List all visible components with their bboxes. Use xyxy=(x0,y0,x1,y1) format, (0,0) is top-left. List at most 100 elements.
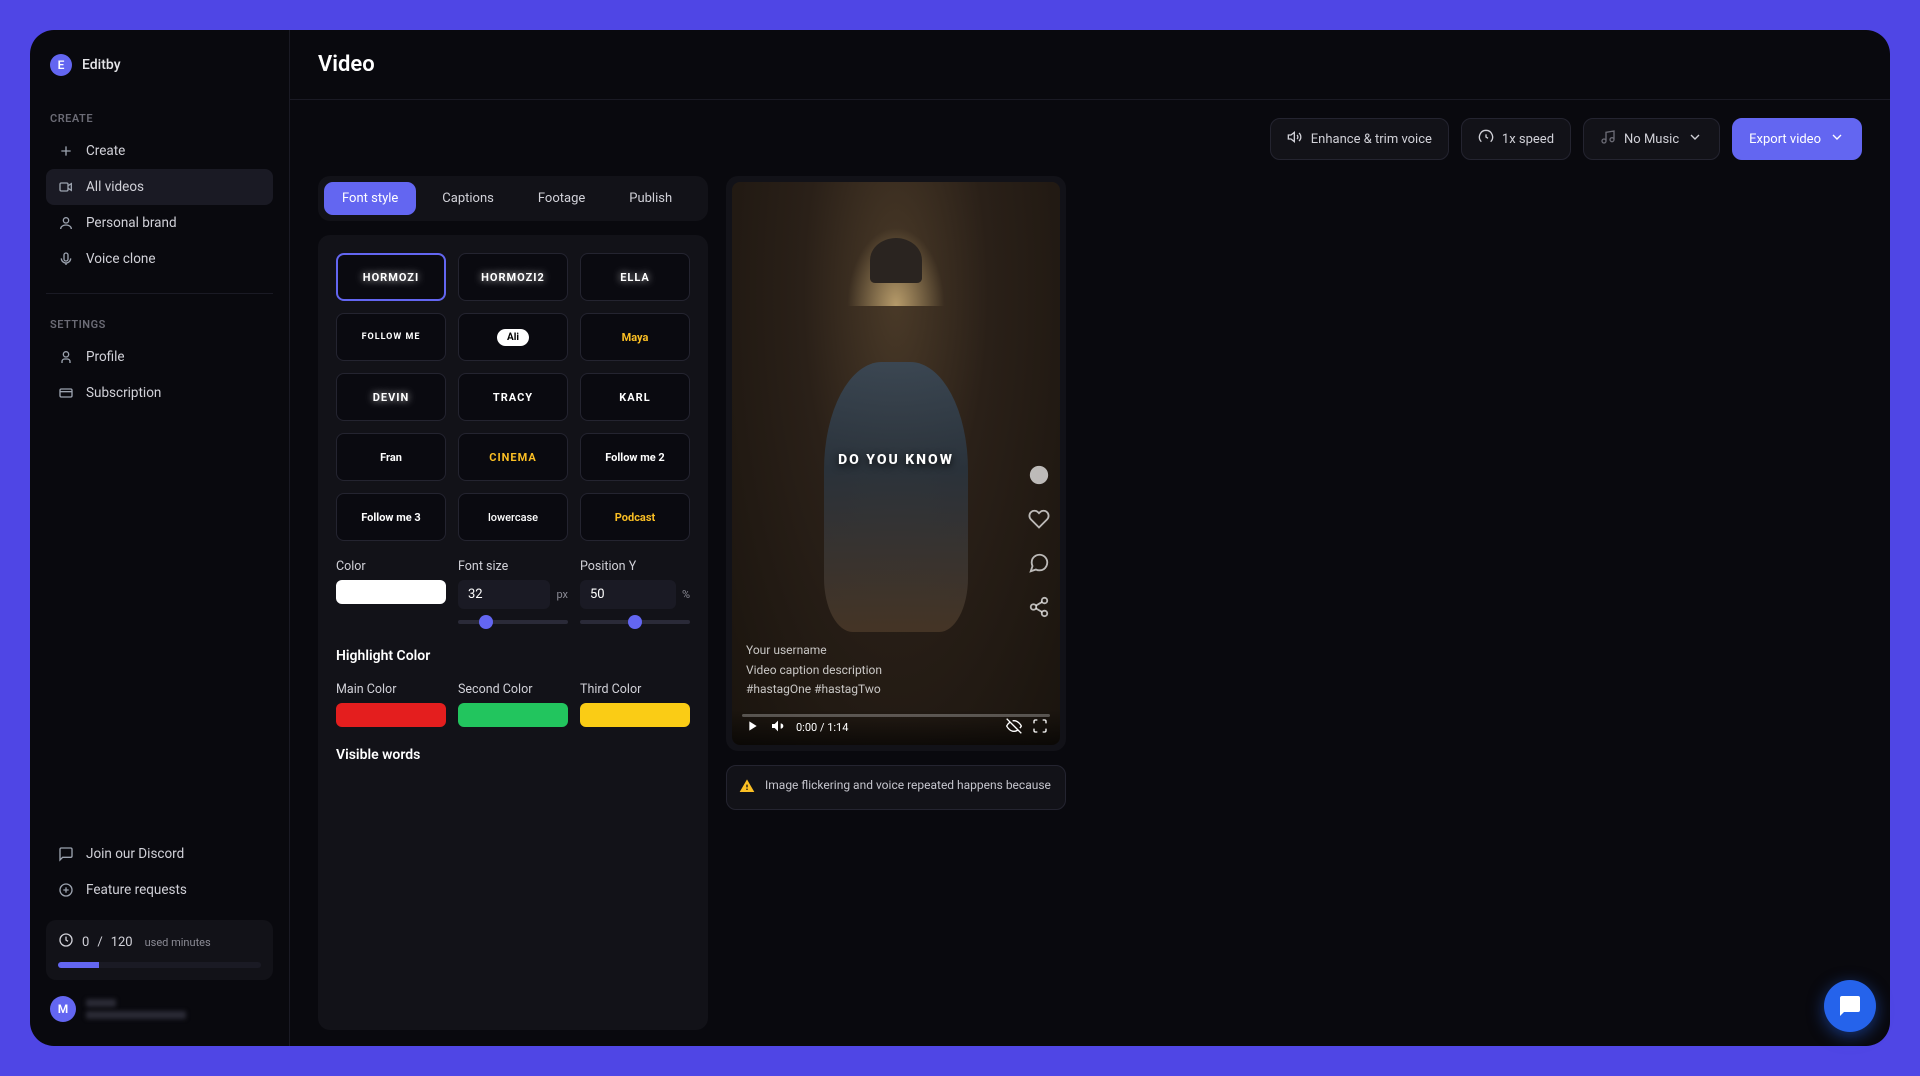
video-frame[interactable]: DO YOU KNOW Your username Video caption … xyxy=(732,182,1060,745)
panel-tabs: Font style Captions Footage Publish xyxy=(318,176,708,221)
music-icon xyxy=(1600,129,1616,149)
sidebar-item-profile[interactable]: Profile xyxy=(46,339,273,375)
sidebar-item-create[interactable]: Create xyxy=(46,133,273,169)
main: Video Enhance & trim voice 1x speed No M… xyxy=(290,30,1890,1046)
profile-circle-icon[interactable] xyxy=(1028,464,1050,490)
style-option-cinema[interactable]: CINEMA xyxy=(458,433,568,481)
sidebar-item-label: Subscription xyxy=(86,385,161,401)
usage-progress xyxy=(58,962,261,968)
color-label: Color xyxy=(336,559,446,574)
divider xyxy=(46,293,273,294)
app-logo[interactable]: E Editby xyxy=(46,54,273,76)
second-color-picker[interactable] xyxy=(458,703,568,727)
posy-slider[interactable] xyxy=(580,620,690,624)
comment-icon[interactable] xyxy=(1028,552,1050,578)
heart-icon[interactable] xyxy=(1028,508,1050,534)
sidebar-item-subscription[interactable]: Subscription xyxy=(46,375,273,411)
style-label: CINEMA xyxy=(489,451,536,464)
clock-icon xyxy=(58,932,74,952)
speaker-icon xyxy=(1287,129,1303,149)
speed-button[interactable]: 1x speed xyxy=(1461,118,1571,160)
style-option-fran[interactable]: Fran xyxy=(336,433,446,481)
style-label: lowercase xyxy=(488,511,538,524)
chevron-down-icon xyxy=(1829,129,1845,149)
export-button[interactable]: Export video xyxy=(1732,118,1862,160)
style-option-hormozi[interactable]: HORMOZI xyxy=(336,253,446,301)
button-label: 1x speed xyxy=(1502,132,1554,147)
button-label: Enhance & trim voice xyxy=(1311,132,1432,147)
fontsize-input[interactable] xyxy=(458,580,550,609)
style-label: Follow me 2 xyxy=(605,451,665,464)
eye-off-icon[interactable] xyxy=(1006,718,1022,737)
posy-label: Position Y xyxy=(580,559,690,574)
profile-icon xyxy=(58,349,74,365)
style-option-follow-me-2[interactable]: Follow me 2 xyxy=(580,433,690,481)
style-option-maya[interactable]: Maya xyxy=(580,313,690,361)
second-color-label: Second Color xyxy=(458,682,568,697)
style-option-ella[interactable]: ELLA xyxy=(580,253,690,301)
style-option-follow-me[interactable]: FOLLOW ME xyxy=(336,313,446,361)
style-option-devin[interactable]: DEVIN xyxy=(336,373,446,421)
style-option-lowercase[interactable]: lowercase xyxy=(458,493,568,541)
usage-used: 0 xyxy=(82,935,89,950)
volume-icon[interactable] xyxy=(770,718,786,737)
sidebar-item-discord[interactable]: Join our Discord xyxy=(46,836,273,872)
style-option-hormozi2[interactable]: HORMOZI2 xyxy=(458,253,568,301)
fontsize-slider[interactable] xyxy=(458,620,568,624)
style-option-follow-me-3[interactable]: Follow me 3 xyxy=(336,493,446,541)
user-info-blurred xyxy=(86,999,186,1019)
visible-words-title: Visible words xyxy=(336,747,690,763)
sidebar-item-feature-requests[interactable]: Feature requests xyxy=(46,872,273,908)
style-label: HORMOZI xyxy=(363,271,419,284)
plus-icon xyxy=(58,143,74,159)
style-label: HORMOZI2 xyxy=(481,271,545,284)
style-option-tracy[interactable]: TRACY xyxy=(458,373,568,421)
tab-footage[interactable]: Footage xyxy=(520,182,603,215)
style-label: TRACY xyxy=(493,391,533,404)
style-grid: HORMOZI HORMOZI2 ELLA FOLLOW MEAliMaya DEVIN… xyxy=(336,253,690,541)
sidebar-item-label: Join our Discord xyxy=(86,846,184,862)
main-color-picker[interactable] xyxy=(336,703,446,727)
sidebar-item-personal-brand[interactable]: Personal brand xyxy=(46,205,273,241)
tab-captions[interactable]: Captions xyxy=(424,182,512,215)
user-account[interactable]: M xyxy=(46,996,273,1022)
gauge-icon xyxy=(1478,129,1494,149)
tab-font-style[interactable]: Font style xyxy=(324,182,416,215)
button-label: No Music xyxy=(1624,132,1679,147)
section-create-label: CREATE xyxy=(50,112,273,125)
sidebar-item-voice-clone[interactable]: Voice clone xyxy=(46,241,273,277)
fullscreen-icon[interactable] xyxy=(1032,718,1048,737)
toolbar: Enhance & trim voice 1x speed No Music E… xyxy=(290,100,1890,160)
warning-icon xyxy=(739,778,755,797)
chevron-down-icon xyxy=(1687,129,1703,149)
card-icon xyxy=(58,385,74,401)
style-option-karl[interactable]: KARL xyxy=(580,373,690,421)
chat-fab[interactable] xyxy=(1824,980,1876,1032)
style-option-podcast[interactable]: Podcast xyxy=(580,493,690,541)
style-option-ali[interactable]: Ali xyxy=(458,313,568,361)
sidebar-item-label: Feature requests xyxy=(86,882,187,898)
tab-publish[interactable]: Publish xyxy=(611,182,690,215)
enhance-trim-button[interactable]: Enhance & trim voice xyxy=(1270,118,1449,160)
play-icon[interactable] xyxy=(744,718,760,737)
preview-caption: DO YOU KNOW xyxy=(838,452,954,468)
sidebar-item-all-videos[interactable]: All videos xyxy=(46,169,273,205)
avatar: M xyxy=(50,996,76,1022)
usage-sep: / xyxy=(97,935,102,950)
page-title: Video xyxy=(318,52,1862,77)
usage-box: 0 / 120 used minutes xyxy=(46,920,273,980)
video-icon xyxy=(58,179,74,195)
fontsize-label: Font size xyxy=(458,559,568,574)
music-button[interactable]: No Music xyxy=(1583,118,1720,160)
logo-badge: E xyxy=(50,54,72,76)
style-label: KARL xyxy=(619,391,650,404)
social-overlay xyxy=(1028,464,1050,622)
posy-input[interactable] xyxy=(580,580,676,609)
share-icon[interactable] xyxy=(1028,596,1050,622)
third-color-picker[interactable] xyxy=(580,703,690,727)
color-picker[interactable] xyxy=(336,580,446,604)
style-label: DEVIN xyxy=(373,391,410,404)
highlight-title: Highlight Color xyxy=(336,648,690,664)
third-color-label: Third Color xyxy=(580,682,690,697)
chat-icon xyxy=(58,846,74,862)
